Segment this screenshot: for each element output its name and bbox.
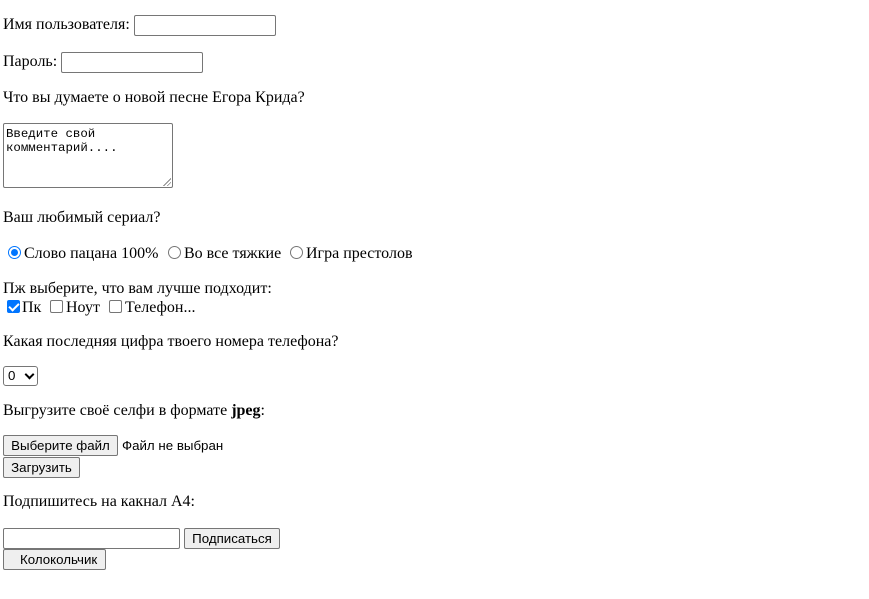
- upload-button[interactable]: Загрузить: [3, 457, 80, 478]
- series-radio-0[interactable]: [8, 246, 21, 259]
- phone-digit-value: 0: [8, 368, 16, 383]
- password-label: Пароль:: [3, 53, 58, 70]
- choose-file-button[interactable]: Выберите файл: [3, 435, 118, 456]
- username-input[interactable]: [134, 15, 276, 36]
- device-question: Пж выберите, что вам лучше подходит:: [3, 280, 272, 297]
- phone-question: Какая последняя цифра твоего номера теле…: [3, 333, 339, 350]
- chevron-down-icon: [24, 369, 35, 380]
- series-option-1: Во все тяжкие: [184, 245, 282, 262]
- subscribe-input[interactable]: [3, 528, 180, 549]
- device-checkbox-2[interactable]: [109, 300, 122, 313]
- phone-digit-select[interactable]: 0: [3, 366, 38, 386]
- series-question: Ваш любимый сериал?: [3, 209, 161, 226]
- username-label: Имя пользователя:: [3, 16, 130, 33]
- subscribe-button[interactable]: Подписаться: [184, 528, 280, 549]
- selfie-question-prefix: Выгрузите своё селфи в формате: [3, 402, 232, 419]
- bell-button[interactable]: Колокольчик: [3, 549, 106, 570]
- series-radio-2[interactable]: [290, 246, 303, 259]
- resize-handle-icon[interactable]: [163, 178, 171, 186]
- series-option-0: Слово пацана 100%: [24, 245, 159, 262]
- selfie-question: Выгрузите своё селфи в формате jpeg:: [3, 402, 265, 420]
- password-input[interactable]: [61, 52, 203, 73]
- selfie-question-format: jpeg: [231, 402, 261, 419]
- comment-textarea[interactable]: Введите свой комментарий....: [3, 123, 173, 188]
- device-option-0: Пк: [22, 299, 42, 316]
- device-option-2: Телефон...: [125, 299, 196, 316]
- comment-placeholder: Введите свой комментарий....: [6, 127, 118, 155]
- no-file-status: Файл не выбран: [122, 438, 224, 453]
- subscribe-question: Подпишитесь на какнал А4:: [3, 493, 195, 510]
- song-question: Что вы думаете о новой песне Егора Крида…: [3, 89, 305, 106]
- series-option-2: Игра престолов: [306, 245, 413, 262]
- device-checkbox-1[interactable]: [50, 300, 63, 313]
- device-checkbox-0[interactable]: [7, 300, 20, 313]
- series-radio-1[interactable]: [168, 246, 181, 259]
- selfie-question-suffix: :: [260, 402, 265, 419]
- device-option-1: Ноут: [66, 299, 100, 316]
